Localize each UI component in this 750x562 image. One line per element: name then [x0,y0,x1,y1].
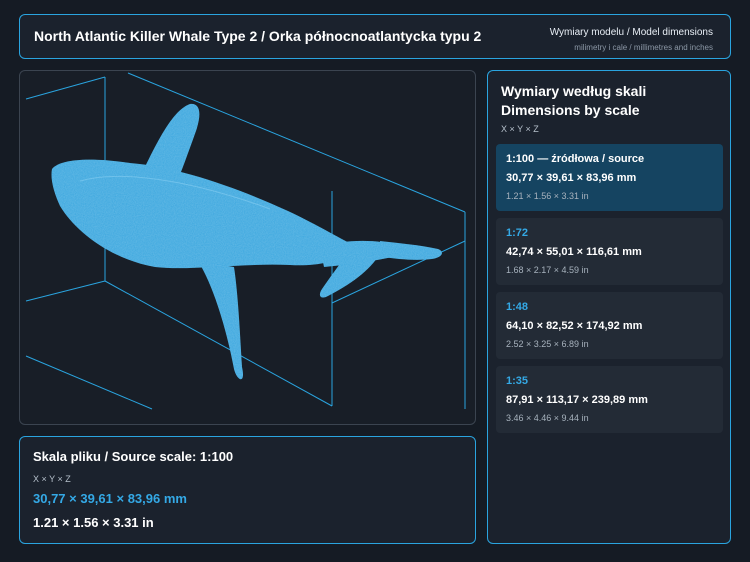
scale-card-1-100[interactable]: 1:100 — źródłowa / source 30,77 × 39,61 … [496,144,723,211]
scale-dimensions-mm: 30,77 × 39,61 × 83,96 mm [506,172,637,184]
scales-panel: Wymiary według skali Dimensions by scale… [487,70,731,544]
scale-label: 1:72 [506,227,529,239]
scale-dimensions-inches: 3.46 × 4.46 × 9.44 in [506,413,589,423]
source-axes-label: X × Y × Z [33,474,71,484]
whale-model [51,103,442,380]
units-note: milimetry i cale / millimetres and inche… [574,43,713,52]
scale-dimensions-inches: 2.52 × 3.25 × 6.89 in [506,339,589,349]
scale-card-1-72[interactable]: 1:72 42,74 × 55,01 × 116,61 mm 1.68 × 2.… [496,218,723,285]
scales-axes-label: X × Y × Z [501,124,539,134]
scale-card-1-35[interactable]: 1:35 87,91 × 113,17 × 239,89 mm 3.46 × 4… [496,366,723,433]
scale-card-1-48[interactable]: 1:48 64,10 × 82,52 × 174,92 mm 2.52 × 3.… [496,292,723,359]
scale-label: 1:35 [506,375,529,387]
scale-label: 1:48 [506,301,529,313]
scale-dimensions-inches: 1.68 × 2.17 × 4.59 in [506,265,589,275]
source-dimensions-mm: 30,77 × 39,61 × 83,96 mm [33,491,187,506]
scale-dimensions-inches: 1.21 × 1.56 × 3.31 in [506,191,589,201]
scale-label: 1:100 — źródłowa / source [506,153,645,165]
scales-title-pl: Wymiary według skali [501,83,647,99]
source-dimensions-inches: 1.21 × 1.56 × 3.31 in [33,515,154,530]
header-bar: North Atlantic Killer Whale Type 2 / Ork… [19,14,731,59]
model-viewport[interactable] [19,70,476,425]
model-preview-canvas[interactable] [20,71,476,425]
header-subtitle: Wymiary modelu / Model dimensions [549,27,713,38]
source-scale-card: Skala pliku / Source scale: 1:100 X × Y … [19,436,476,544]
scales-title-en: Dimensions by scale [501,102,640,118]
scale-dimensions-mm: 64,10 × 82,52 × 174,92 mm [506,320,643,332]
scale-dimensions-mm: 42,74 × 55,01 × 116,61 mm [506,246,642,258]
source-scale-heading: Skala pliku / Source scale: 1:100 [33,449,234,464]
scale-dimensions-mm: 87,91 × 113,17 × 239,89 mm [506,394,648,406]
page-title: North Atlantic Killer Whale Type 2 / Ork… [34,28,482,44]
